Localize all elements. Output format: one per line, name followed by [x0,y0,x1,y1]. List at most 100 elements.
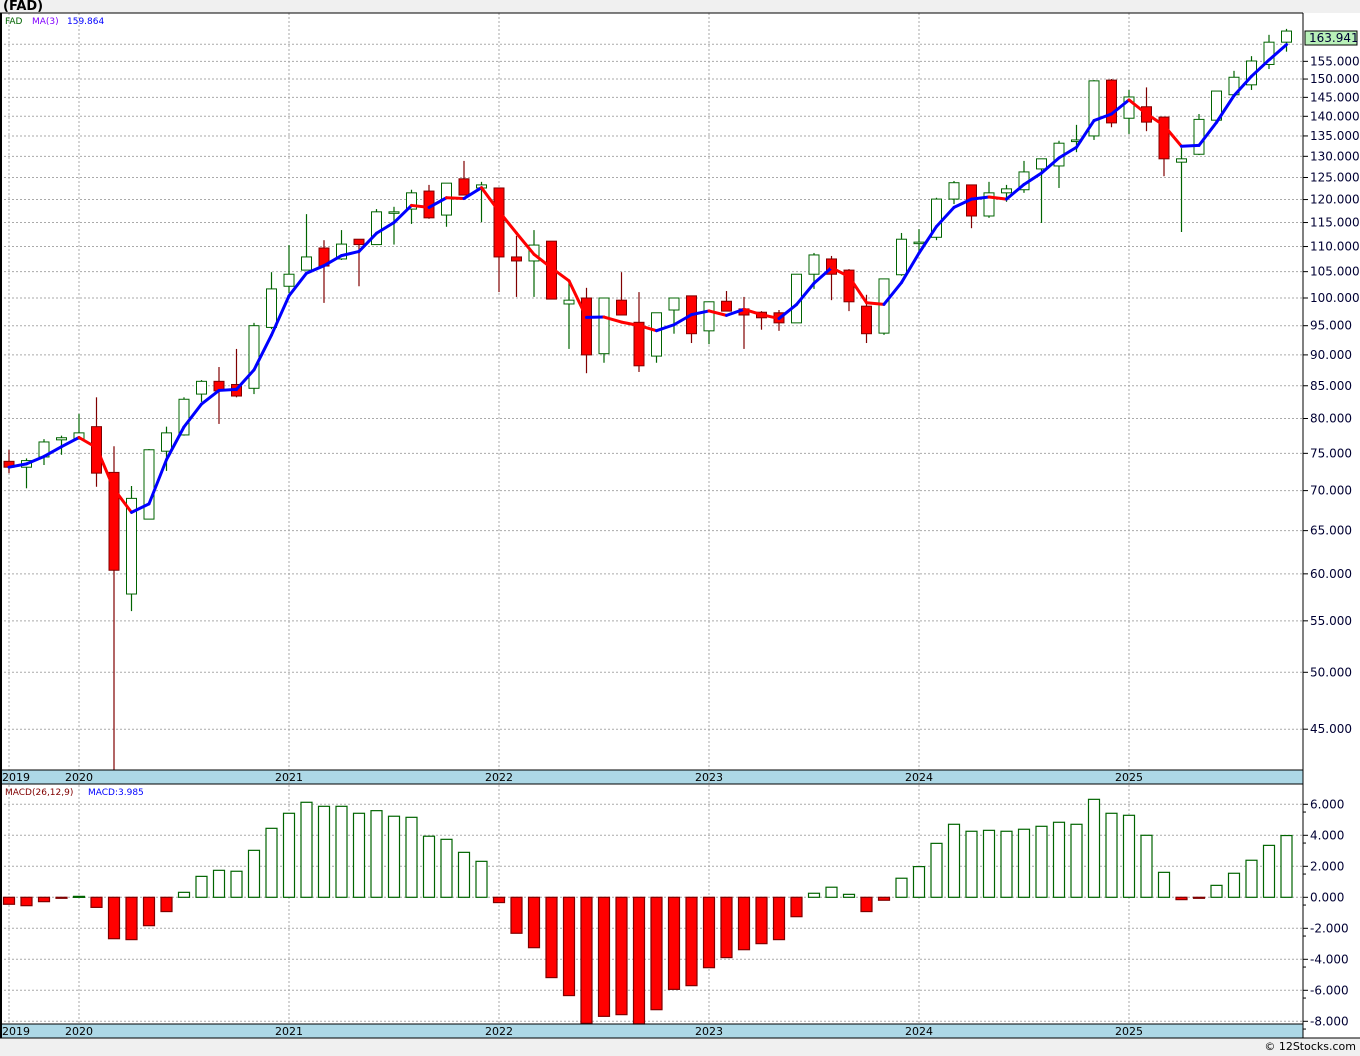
candle-down [633,321,645,367]
macd-bar-negative [142,896,156,927]
macd-bar-positive [475,860,488,898]
macd-tick-label: -6.000 [1310,983,1349,997]
x-tick-label: 2020 [65,771,93,784]
macd-bar-positive [825,886,838,898]
y-tick-label: 125.000 [1310,171,1360,185]
macd-bar-negative [510,896,523,934]
macd-bar-negative [667,896,681,990]
candle-up [1193,118,1205,155]
candle-down [581,297,592,356]
candle-up [948,182,960,200]
macd-bar-positive [405,816,418,898]
macd-bar-negative [720,896,733,959]
ma-segment [970,195,991,201]
copyright: © 12Stocks.com [1264,1040,1356,1053]
macd-bar-positive [72,895,86,898]
candle-up [878,278,890,334]
x-tick-label: 2024 [905,771,933,784]
macd-bar-positive [457,851,471,898]
macd-bar-positive [1052,821,1066,898]
macd-bar-positive [370,810,383,898]
x-tick-label: 2019 [2,1025,30,1038]
macd-bar-positive [230,870,243,898]
date-band-bottom [0,1024,1303,1038]
macd-bar-positive [1280,834,1293,898]
macd-bar-positive [930,842,943,898]
macd-bar-positive [1227,872,1241,898]
candle-up [563,299,575,305]
x-tick-label: 2023 [695,1025,723,1038]
macd-bar-negative [125,896,138,941]
ma-segment [1180,143,1201,148]
y-tick-label: 55.000 [1310,614,1352,628]
macd-tick-label: 4.000 [1310,828,1344,842]
y-tick-label: 105.000 [1310,265,1360,279]
candle-down [861,305,872,335]
y-tick-label: 80.000 [1310,411,1352,425]
ma-segment [865,301,886,306]
y-tick-label: 65.000 [1310,524,1352,538]
macd-bar-positive [842,893,856,898]
candle-up [196,380,207,395]
candle-up [143,449,155,520]
macd-bar-negative [650,896,663,1011]
macd-bar-negative [790,896,803,918]
y-tick-label: 95.000 [1310,319,1352,333]
macd-bar-negative [160,896,173,913]
legend-ma-label: MA(3) [32,17,59,27]
date-band-top [0,770,1303,784]
candle-up [896,238,907,276]
y-tick-label: 85.000 [1310,379,1352,393]
macd-bar-positive [422,835,436,898]
y-tick-label: 120.000 [1310,193,1360,207]
candle-up [651,312,662,357]
legend-symbol: FAD [5,17,23,27]
candle-up [1001,188,1012,194]
macd-bar-negative [860,896,873,913]
macd-bar-positive [282,812,296,898]
x-tick-label: 2025 [1115,771,1143,784]
macd-bar-positive [947,823,961,898]
x-tick-label: 2022 [485,1025,513,1038]
macd-tick-label: 0.000 [1310,890,1344,904]
macd-bar-negative [20,896,33,907]
macd-bar-positive [1122,814,1136,898]
candle-up [248,325,260,389]
ma-segment [987,195,1008,201]
macd-bar-positive [177,891,191,898]
y-tick-label: 60.000 [1310,567,1352,581]
macd-tick-label: -8.000 [1310,1014,1349,1028]
candle-up [266,288,277,328]
macd-bar-positive [982,829,996,898]
macd-bar-positive [387,815,401,898]
macd-bar-negative [580,896,593,1024]
macd-bar-negative [562,896,576,997]
y-tick-label: 130.000 [1310,149,1360,163]
candle-up [161,432,172,452]
candle-up [371,211,382,246]
macd-bar-negative [597,896,611,1017]
candle-up [1036,158,1047,170]
y-tick-label: 45.000 [1310,722,1352,736]
last-price-label: 163.941 [1309,31,1359,45]
x-tick-label: 2020 [65,1025,93,1038]
ma-segment [445,196,466,200]
macd-bar-negative [55,896,68,899]
x-tick-label: 2024 [905,1025,933,1038]
macd-bar-positive [1245,859,1258,898]
macd-bar-negative [545,896,558,979]
macd-bar-positive [1017,828,1031,898]
macd-tick-label: 6.000 [1310,797,1344,811]
legend-ma-value: 159.864 [67,17,104,27]
macd-bar-positive [265,827,278,898]
legend-macd-value: MACD:3.985 [88,788,144,798]
macd-bar-negative [685,896,698,987]
macd-bar-positive [335,805,348,898]
macd-bar-positive [352,812,366,898]
macd-bar-negative [702,896,716,969]
macd-bar-positive [1105,812,1118,898]
macd-bar-positive [1210,884,1223,898]
macd-bar-positive [1157,871,1171,898]
candle-up [913,241,925,245]
x-tick-label: 2022 [485,771,513,784]
